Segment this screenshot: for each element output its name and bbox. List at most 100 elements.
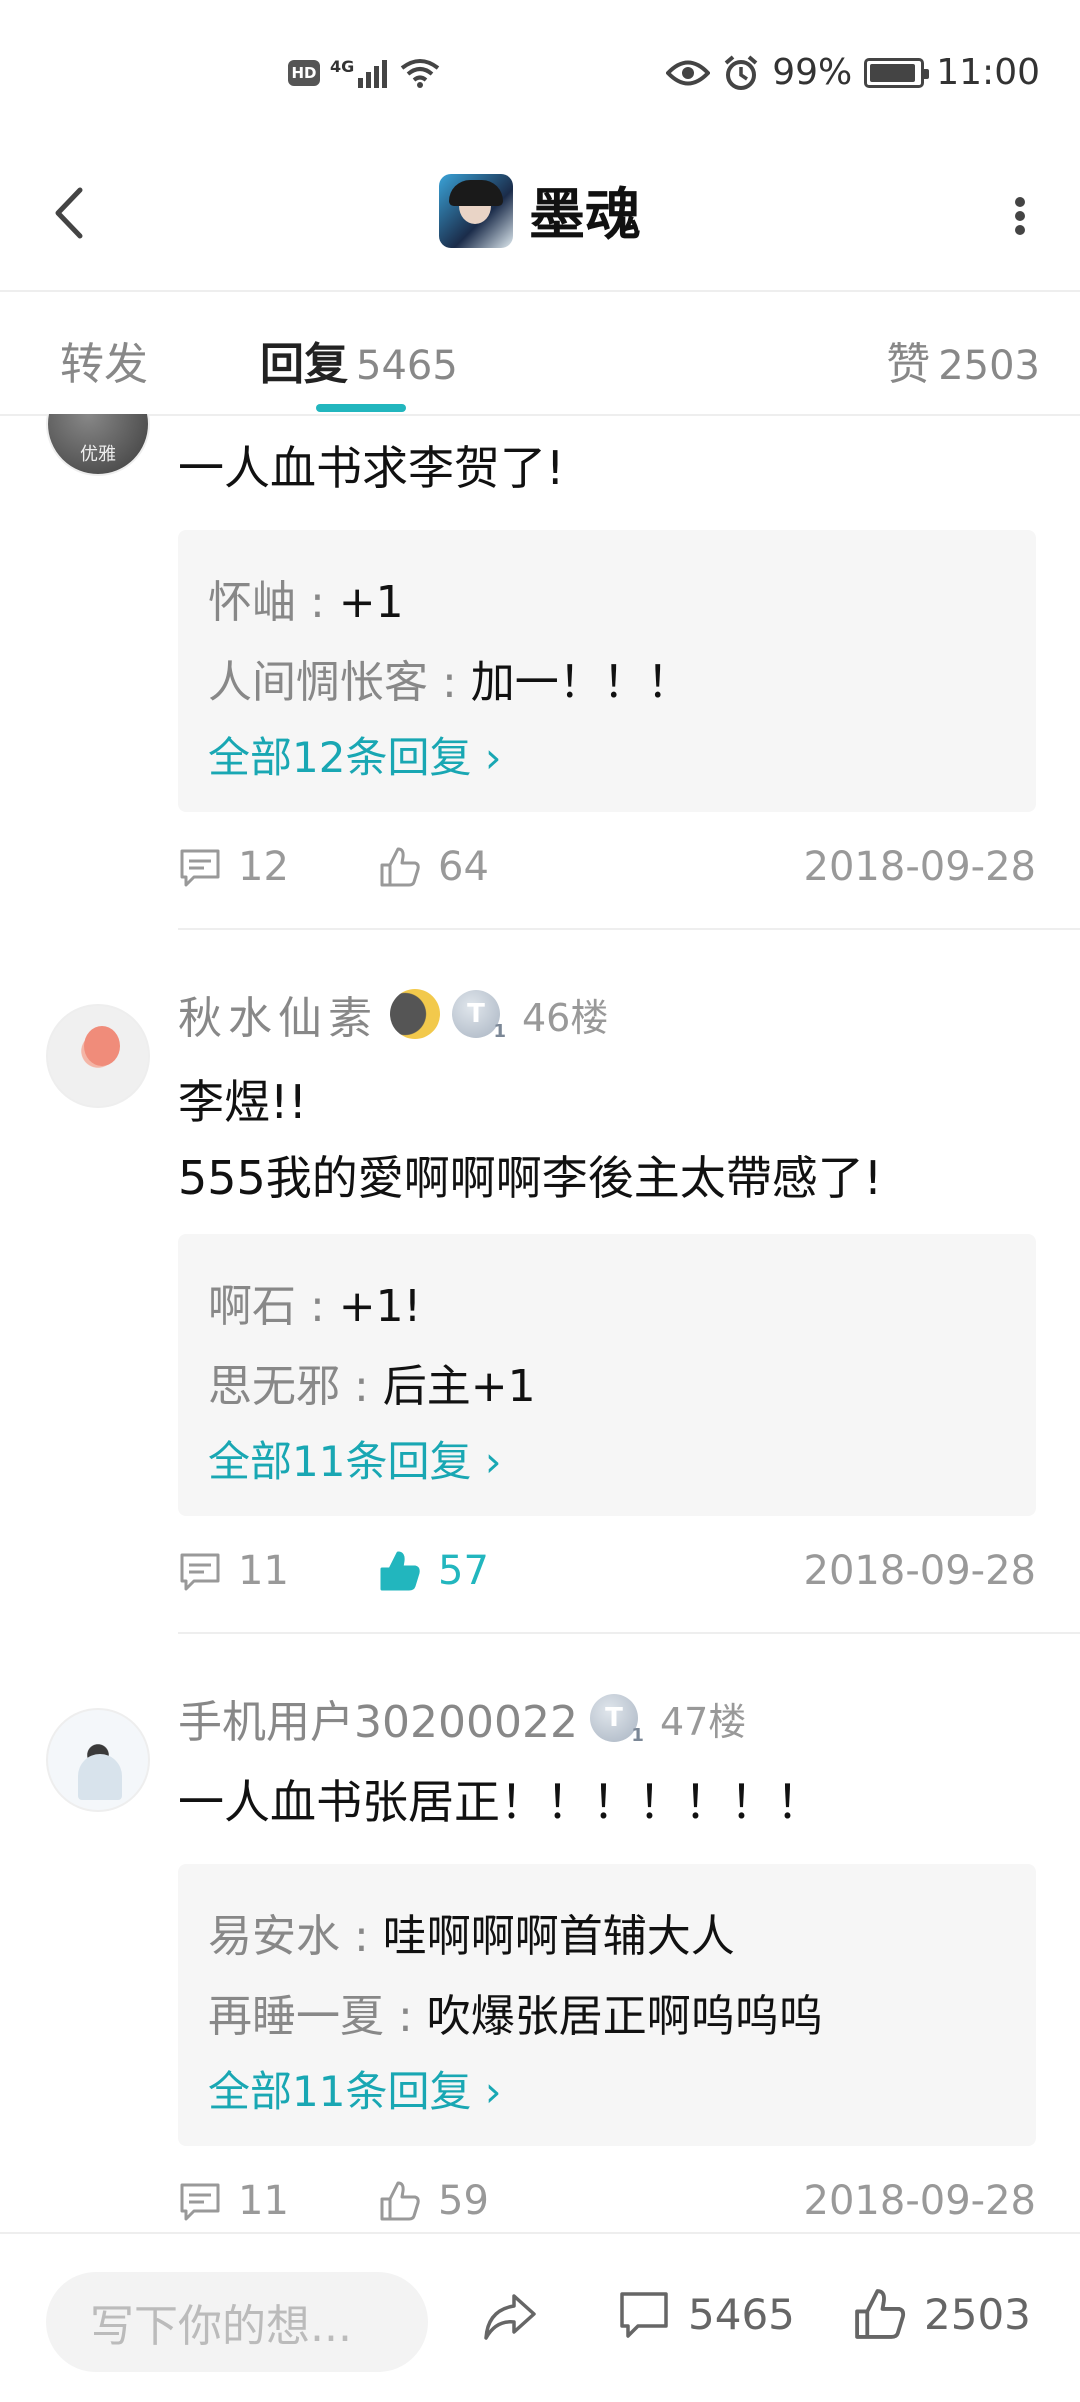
divider	[178, 1632, 1080, 1634]
reply-box[interactable]: 易安水 : 哇啊啊啊首辅大人 再睡一夏 : 吹爆张居正啊呜呜呜 全部11条回复 …	[178, 1864, 1036, 2146]
reply-text: +1	[338, 577, 404, 628]
comment-text: 李煜!! 555我的愛啊啊啊李後主太帶感了!	[178, 1075, 883, 1205]
floor-number: 47楼	[659, 1699, 747, 1744]
bottom-comment-count: 5465	[688, 2289, 795, 2339]
tab-indicator	[316, 404, 406, 412]
top-app-bar: 墨魂	[0, 140, 1080, 292]
avatar[interactable]	[46, 1004, 150, 1108]
tab-reply-label: 回复	[260, 339, 348, 390]
like-button[interactable]: 59	[378, 2178, 489, 2224]
tab-forward[interactable]: 转发	[60, 328, 148, 392]
comments-button[interactable]: 5465	[616, 2286, 795, 2342]
eye-icon	[666, 58, 711, 88]
bottom-like-count: 2503	[924, 2289, 1031, 2339]
comment-count: 11	[238, 1548, 289, 1594]
comment-input[interactable]: 写下你的想...	[46, 2272, 428, 2372]
page-title: 墨魂	[529, 183, 641, 248]
signal-icon	[358, 58, 390, 88]
avatar[interactable]: 优雅	[46, 414, 150, 476]
reply-item: 怀岫 : +1	[208, 577, 404, 628]
comment-count-button[interactable]: 12	[178, 844, 289, 890]
alarm-icon	[722, 54, 760, 92]
moon-badge-icon	[390, 989, 440, 1039]
comment-text: 一人血书张居正！！！！！！！	[178, 1775, 822, 1829]
reply-user[interactable]: 再睡一夏	[208, 1991, 384, 2042]
comment-count-button[interactable]: 11	[178, 1548, 289, 1594]
tab-forward-label: 转发	[60, 339, 148, 390]
avatar-text: 优雅	[80, 444, 116, 465]
comment-meta: 11 59 2018-09-28	[178, 2178, 1036, 2232]
comment-icon	[180, 849, 220, 887]
reply-item: 思无邪 : 后主+1	[208, 1361, 536, 1412]
like-count: 59	[438, 2178, 489, 2224]
reply-item: 再睡一夏 : 吹爆张居正啊呜呜呜	[208, 1991, 823, 2042]
reply-user[interactable]: 啊石	[208, 1281, 296, 1332]
reply-text: 加一！！！	[470, 657, 691, 708]
reply-text: 哇啊啊啊首辅大人	[382, 1911, 735, 1962]
reply-text: 后主+1	[382, 1361, 536, 1412]
app-avatar	[439, 173, 513, 248]
tab-like-count: 2503	[938, 343, 1040, 389]
username[interactable]: 手机用户30200022	[178, 1686, 578, 1750]
all-replies-link[interactable]: 全部11条回复 ›	[208, 1428, 502, 1489]
thumbs-up-icon	[380, 2181, 420, 2221]
like-button[interactable]: 64	[378, 844, 489, 890]
clock: 11:00	[936, 52, 1040, 93]
tab-reply[interactable]: 回复 5465	[260, 328, 458, 392]
reply-user[interactable]: 易安水	[208, 1911, 340, 1962]
status-right: 99% 11:00	[666, 52, 1040, 93]
reply-box[interactable]: 怀岫 : +1 人间惆怅客 : 加一！！！ 全部12条回复 ›	[178, 530, 1036, 812]
title-group[interactable]: 墨魂	[0, 170, 1080, 251]
like-button[interactable]: 57	[378, 1548, 489, 1594]
all-replies-label: 全部11条回复	[208, 2067, 472, 2116]
comment-header: 手机用户30200022 T 47楼	[178, 1686, 746, 1750]
reply-text: 吹爆张居正啊呜呜呜	[426, 1991, 823, 2042]
comment-icon	[620, 2292, 668, 2338]
comment-icon	[180, 1553, 220, 1591]
comment-icon	[180, 2183, 220, 2221]
comment-feed[interactable]: 优雅 一人血书求李贺了! 怀岫 : +1 人间惆怅客 : 加一！！！ 全部12条…	[0, 414, 1080, 2232]
share-icon	[484, 2294, 536, 2340]
all-replies-link[interactable]: 全部12条回复 ›	[208, 724, 502, 785]
more-vertical-icon[interactable]	[990, 180, 1050, 250]
thumbs-up-filled-icon	[380, 1551, 420, 1591]
status-bar: HD 4G 99% 11:00	[0, 0, 1080, 140]
reply-item: 啊石 : +1!	[208, 1281, 422, 1332]
thumbs-up-icon	[855, 2289, 906, 2339]
username[interactable]: 秋水仙素	[178, 982, 378, 1046]
reply-user[interactable]: 怀岫	[208, 577, 296, 628]
comment-meta: 11 57 2018-09-28	[178, 1548, 1036, 1608]
comment-count-button[interactable]: 11	[178, 2178, 289, 2224]
wifi-icon	[400, 58, 440, 88]
tab-bar: 转发 回复 5465 赞 2503	[0, 292, 1080, 416]
floor-number: 46楼	[522, 995, 609, 1040]
reply-box[interactable]: 啊石 : +1! 思无邪 : 后主+1 全部11条回复 ›	[178, 1234, 1036, 1516]
level-badge-icon: T	[589, 1694, 644, 1746]
bottom-like-button[interactable]: 2503	[852, 2286, 1031, 2342]
all-replies-label: 全部11条回复	[208, 1437, 472, 1486]
comment-header: 秋水仙素 T 46楼	[178, 982, 608, 1046]
battery-icon	[864, 57, 930, 88]
tab-like-label: 赞	[886, 339, 931, 390]
bottom-action-bar: 写下你的想... 5465 2503	[0, 2232, 1080, 2402]
all-replies-link[interactable]: 全部11条回复 ›	[208, 2058, 502, 2119]
share-button[interactable]	[480, 2286, 540, 2346]
comment-text: 一人血书求李贺了!	[178, 441, 565, 495]
comment-date: 2018-09-28	[803, 844, 1036, 890]
battery-percent: 99%	[772, 52, 853, 93]
hd-badge: HD	[288, 60, 320, 86]
like-count: 57	[438, 1548, 489, 1594]
reply-item: 易安水 : 哇啊啊啊首辅大人	[208, 1911, 735, 1962]
tab-like[interactable]: 赞 2503	[886, 328, 1040, 392]
comment-count: 12	[238, 844, 289, 890]
comment-meta: 12 64 2018-09-28	[178, 844, 1036, 904]
network-type: 4G	[330, 56, 355, 76]
tab-reply-count: 5465	[356, 343, 458, 389]
status-left: HD 4G	[288, 56, 440, 88]
level-badge-icon: T	[452, 990, 506, 1042]
reply-item: 人间惆怅客 : 加一！！！	[208, 657, 691, 708]
avatar[interactable]	[46, 1708, 150, 1812]
reply-user[interactable]: 人间惆怅客	[208, 657, 428, 708]
comment-count: 11	[238, 2178, 289, 2224]
reply-user[interactable]: 思无邪	[208, 1361, 340, 1412]
